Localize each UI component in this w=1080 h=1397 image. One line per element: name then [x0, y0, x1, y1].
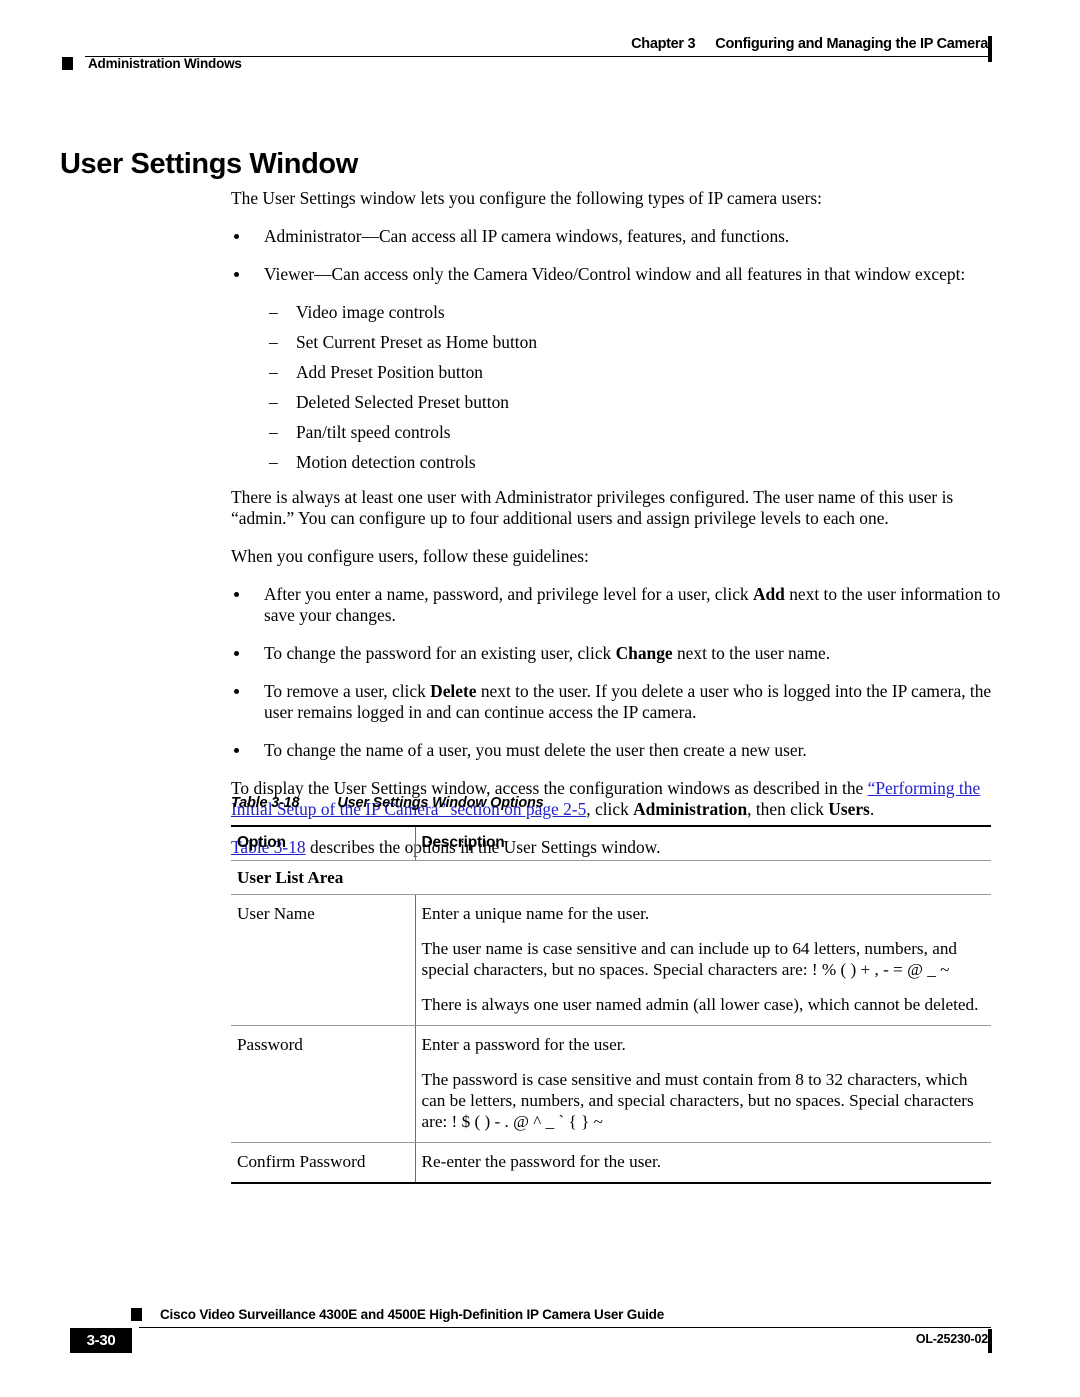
dash-marker-icon: –: [269, 332, 278, 352]
row-description-confirm-password: Re-enter the password for the user.: [414, 1142, 991, 1184]
header-chapter-line: Chapter 3 Configuring and Managing the IP…: [631, 36, 988, 52]
table-row: Password Enter a password for the user. …: [231, 1025, 991, 1143]
header-chapter-title: Configuring and Managing the IP Camera: [715, 36, 988, 52]
viewer-exception-1: Set Current Preset as Home button: [296, 332, 538, 352]
guidelines-list: After you enter a name, password, and pr…: [231, 584, 1009, 761]
user-types-list: Administrator—Can access all IP camera w…: [231, 226, 1009, 285]
column-header-option: Option: [231, 825, 415, 861]
row-option-confirm-password: Confirm Password: [231, 1142, 415, 1184]
dash-marker-icon: –: [269, 392, 278, 412]
page-running-header: Chapter 3 Configuring and Managing the IP…: [0, 0, 1080, 90]
admin-note-paragraph: There is always at least one user with A…: [231, 487, 954, 528]
description-paragraph: There is always one user named admin (al…: [421, 995, 979, 1014]
table-header-row: Option Description: [231, 825, 991, 861]
list-item: To change the password for an existing u…: [231, 643, 1009, 664]
user-type-viewer: Viewer—Can access only the Camera Video/…: [264, 264, 966, 284]
footer-document-id: OL-25230-02: [915, 1332, 988, 1346]
dash-marker-icon: –: [269, 302, 278, 322]
table-row: User Name Enter a unique name for the us…: [231, 894, 991, 1026]
footer-square-bullet-icon: [131, 1308, 142, 1321]
row-description-password: Enter a password for the user. The passw…: [414, 1025, 991, 1143]
viewer-exceptions-list: – Video image controls – Set Current Pre…: [231, 302, 1009, 473]
table-row: Confirm Password Re-enter the password f…: [231, 1142, 991, 1184]
header-section-label: Administration Windows: [88, 56, 242, 71]
list-item: – Pan/tilt speed controls: [231, 422, 1009, 443]
header-right-tick-mark: [988, 36, 992, 62]
bullet-dot-icon: [234, 592, 239, 597]
page-title: User Settings Window: [60, 148, 358, 181]
description-paragraph: The user name is case sensitive and can …: [421, 939, 958, 979]
table-caption: Table 3-18 User Settings Window Options: [231, 795, 991, 811]
list-item: To remove a user, click Delete next to t…: [231, 681, 1009, 723]
options-table-wrapper: Table 3-18 User Settings Window Options O…: [231, 795, 991, 1184]
guidelines-lead-paragraph: When you configure users, follow these g…: [231, 546, 589, 566]
intro-lead-paragraph: The User Settings window lets you config…: [231, 188, 822, 208]
list-item: – Motion detection controls: [231, 452, 1009, 473]
guideline-2-pre: To remove a user, click: [264, 681, 431, 701]
description-paragraph: Enter a password for the user.: [421, 1035, 626, 1054]
row-option-user-name: User Name: [231, 894, 415, 1026]
guideline-1-bold: Change: [615, 643, 673, 663]
footer-right-tick-mark: [988, 1329, 992, 1353]
viewer-exception-4: Pan/tilt speed controls: [296, 422, 451, 442]
guideline-0-bold: Add: [752, 584, 785, 604]
header-chapter-number: Chapter 3: [631, 36, 696, 52]
bullet-dot-icon: [234, 234, 239, 239]
user-settings-options-table: Option Description User List Area User N…: [231, 825, 991, 1184]
list-item: – Set Current Preset as Home button: [231, 332, 1009, 353]
footer-page-number: 3-30: [86, 1332, 116, 1349]
column-header-description: Description: [414, 825, 991, 861]
list-item: – Deleted Selected Preset button: [231, 392, 1009, 413]
viewer-exception-5: Motion detection controls: [296, 452, 476, 472]
bullet-dot-icon: [234, 689, 239, 694]
viewer-exception-0: Video image controls: [296, 302, 445, 322]
bullet-dot-icon: [234, 748, 239, 753]
list-item: – Video image controls: [231, 302, 1009, 323]
header-square-bullet-icon: [62, 57, 73, 70]
table-section-heading-row: User List Area: [231, 860, 991, 895]
guideline-1-pre: To change the password for an existing u…: [264, 643, 616, 663]
bullet-dot-icon: [234, 272, 239, 277]
description-paragraph: Enter a unique name for the user.: [421, 904, 650, 923]
dash-marker-icon: –: [269, 452, 278, 472]
viewer-exception-3: Deleted Selected Preset button: [296, 392, 509, 412]
bullet-dot-icon: [234, 651, 239, 656]
guideline-0-pre: After you enter a name, password, and pr…: [264, 584, 753, 604]
row-option-password: Password: [231, 1025, 415, 1143]
body-column: The User Settings window lets you config…: [231, 188, 1009, 875]
footer-rule: [139, 1327, 991, 1328]
table-caption-number: Table 3-18: [231, 795, 300, 811]
dash-marker-icon: –: [269, 362, 278, 382]
list-item: – Add Preset Position button: [231, 362, 1009, 383]
table-caption-title: User Settings Window Options: [337, 795, 544, 811]
guideline-3-pre: To change the name of a user, you must d…: [264, 740, 807, 760]
list-item: Viewer—Can access only the Camera Video/…: [231, 264, 1009, 285]
user-type-administrator: Administrator—Can access all IP camera w…: [264, 226, 790, 246]
description-paragraph: The password is case sensitive and must …: [421, 1070, 974, 1131]
list-item: Administrator—Can access all IP camera w…: [231, 226, 1009, 247]
table-section-heading-user-list-area: User List Area: [231, 860, 991, 895]
viewer-exception-2: Add Preset Position button: [296, 362, 483, 382]
guideline-2-bold: Delete: [430, 681, 477, 701]
footer-guide-title: Cisco Video Surveillance 4300E and 4500E…: [160, 1307, 665, 1322]
list-item: After you enter a name, password, and pr…: [231, 584, 1009, 626]
description-paragraph: Re-enter the password for the user.: [421, 1152, 662, 1171]
guideline-1-post: next to the user name.: [672, 643, 831, 663]
list-item: To change the name of a user, you must d…: [231, 740, 1009, 761]
dash-marker-icon: –: [269, 422, 278, 442]
row-description-user-name: Enter a unique name for the user. The us…: [414, 894, 991, 1026]
